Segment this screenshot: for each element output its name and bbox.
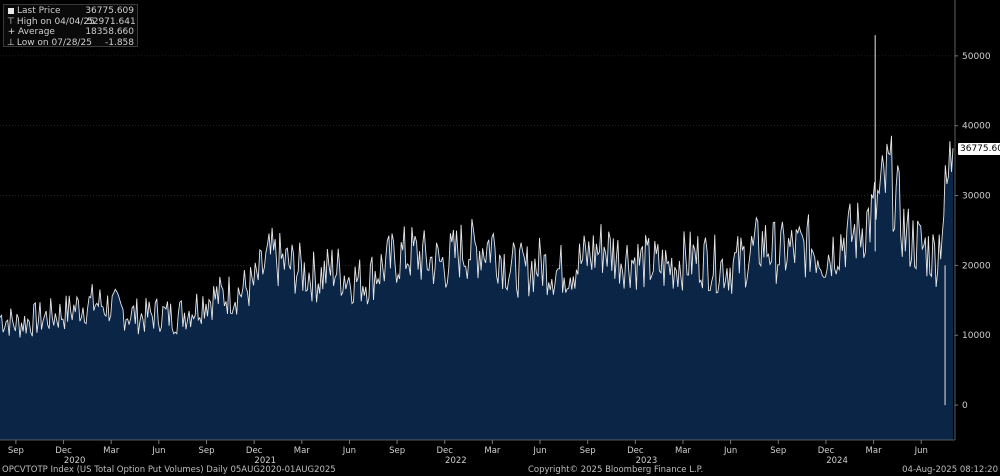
area-fill [0,135,953,441]
price-chart: 01000020000300004000050000 Sep Dec Mar Jun S… [0,0,991,466]
x-tick-label: Dec [246,446,263,456]
high-marker-icon: ⊤ [7,16,15,27]
x-axis: Sep Dec Mar Jun Sep Dec Mar Jun Sep Dec Mar Jun Sep D… [0,439,955,466]
legend-average: + Average 18358.660 [7,27,134,37]
y-tick-label: 20000 [962,261,991,271]
legend-high: ⊤ High on 04/04/25 52971.641 [7,16,136,27]
x-year-label: 2022 [445,456,467,466]
low-marker-icon: ⊥ [7,37,15,48]
x-year-label: 2024 [826,456,848,466]
x-tick-label: Sep [8,446,24,456]
x-tick-label: Sep [580,446,596,456]
legend-last-price: Last Price 36775.609 [7,6,134,17]
y-tick-label: 30000 [962,192,991,202]
x-tick-label: Jun [151,446,165,456]
x-tick-label: Jun [723,446,737,456]
x-tick-label: Mar [675,446,692,456]
footer-copyright: Copyright© 2025 Bloomberg Finance L.P. [528,465,704,475]
x-tick-label: Dec [437,446,454,456]
footer-timestamp: 04-Aug-2025 08:12:20 [902,465,998,475]
legend-low: ⊥ Low on 07/28/25 -1.858 [7,37,134,48]
x-tick-label: Jun [532,446,546,456]
y-tick-label: 50000 [962,52,991,62]
x-tick-label: Dec [627,446,644,456]
y-tick-label: 40000 [962,122,991,132]
x-tick-label: Sep [770,446,786,456]
footer-ticker: OPCVTOTP Index (US Total Option Put Volu… [2,465,336,475]
y-tick-label: 10000 [962,331,991,341]
x-tick-label: Dec [55,446,72,456]
x-tick-label: Mar [866,446,883,456]
y-axis: 0 10000 20000 30000 40000 50000 [954,0,991,440]
y-tick-label: 0 [962,401,968,411]
x-tick-label: Mar [484,446,501,456]
chart-legend: Last Price 36775.609 ⊤ High on 04/04/25 5… [3,4,138,48]
x-tick-label: Jun [914,446,928,456]
x-tick-label: Jun [342,446,356,456]
x-tick-label: Sep [389,446,405,456]
x-tick-label: Sep [198,446,214,456]
x-tick-label: Mar [294,446,311,456]
x-tick-label: Mar [103,446,120,456]
average-marker-icon: + [7,27,16,37]
x-tick-label: Dec [818,446,835,456]
last-price-square-icon [8,8,14,15]
last-value-tag: 36775.609 [958,143,1000,155]
